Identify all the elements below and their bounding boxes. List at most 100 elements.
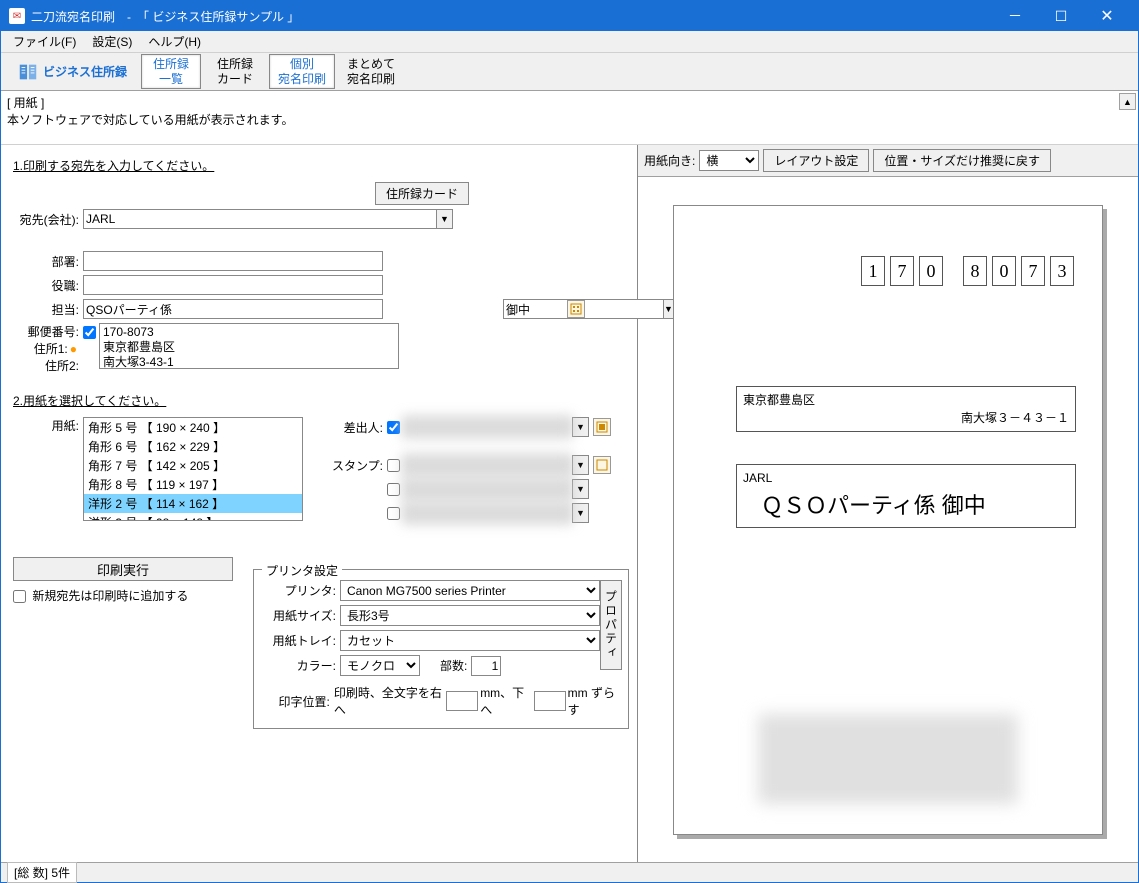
stamp-checkbox-3[interactable] [387, 507, 400, 520]
toolbar-list[interactable]: 住所録 一覧 [141, 54, 201, 89]
offset-text1: 印刷時、全文字を右へ [334, 684, 444, 718]
add-new-label: 新規宛先は印刷時に追加する [32, 589, 188, 603]
statusbar: [総 数] 5件 [1, 862, 1138, 882]
pc-digit: 8 [963, 256, 987, 286]
list-item[interactable]: 洋形 2 号 【 114 × 162 】 [84, 494, 302, 513]
info-text: 本ソフトウェアで対応している用紙が表示されます。 [7, 111, 1132, 128]
stamp3-dropdown-icon[interactable]: ▼ [572, 503, 589, 523]
toolbar: ビジネス住所録 住所録 一覧 住所録 カード 個別 宛名印刷 まとめて 宛名印刷 [1, 53, 1138, 91]
addr2-label: 住所2: [13, 357, 79, 374]
sender-checkbox[interactable] [387, 421, 400, 434]
status-count: [総 数] 5件 [7, 862, 77, 883]
menu-help[interactable]: ヘルプ(H) [140, 31, 209, 52]
papersize-select[interactable]: 長形3号 [340, 605, 600, 626]
list-item[interactable]: 角形 8 号 【 119 × 197 】 [84, 475, 302, 494]
pc-digit: 7 [890, 256, 914, 286]
color-label: カラー: [260, 657, 340, 674]
honorific-options-icon[interactable] [567, 300, 585, 318]
info-label: [ 用紙 ] [7, 94, 1132, 111]
dest-label: 宛先(会社): [13, 211, 83, 228]
position-label: 役職: [13, 277, 83, 294]
titlebar: ✉ 二刀流宛名印刷 - 「 ビジネス住所録サンプル 」 － ☐ ✕ [1, 1, 1138, 31]
maximize-button[interactable]: ☐ [1038, 1, 1084, 31]
copies-input[interactable] [471, 656, 501, 676]
close-button[interactable]: ✕ [1084, 1, 1130, 31]
dept-label: 部署: [13, 253, 83, 270]
sender-preview-blurred [758, 714, 1018, 804]
toolbar-home-label: ビジネス住所録 [43, 63, 127, 80]
printer-label: プリンタ: [260, 582, 340, 599]
property-button[interactable]: プロパティ [600, 580, 622, 670]
section1-title: 1.印刷する宛先を入力してください。 [13, 157, 629, 174]
preview-name: JARL ＱＳＯパーティ係 御中 [736, 464, 1076, 528]
app-icon: ✉ [9, 8, 25, 24]
paper-listbox[interactable]: 角形 5 号 【 190 × 240 】角形 6 号 【 162 × 229 】… [83, 417, 303, 521]
reset-button[interactable]: 位置・サイズだけ推奨に戻す [873, 149, 1051, 172]
sender-label: 差出人: [331, 419, 387, 436]
stamp1-dropdown-icon[interactable]: ▼ [572, 455, 589, 475]
paper-label: 用紙: [13, 417, 83, 434]
printer-group-title: プリンタ設定 [262, 562, 342, 579]
dest-dropdown-icon[interactable]: ▼ [436, 209, 453, 229]
position-input[interactable] [83, 275, 383, 295]
tray-label: 用紙トレイ: [260, 632, 340, 649]
menu-file[interactable]: ファイル(F) [5, 31, 84, 52]
toolbar-home[interactable]: ビジネス住所録 [7, 61, 137, 83]
stamp-checkbox-2[interactable] [387, 483, 400, 496]
stamp1-options-icon[interactable] [593, 456, 611, 474]
sender-options-icon[interactable] [593, 418, 611, 436]
warning-icon: ● [70, 342, 77, 356]
sender-combo-blurred[interactable] [403, 417, 572, 437]
color-select[interactable]: モノクロ [340, 655, 420, 676]
offset-y-input[interactable] [534, 691, 566, 711]
stamp3-combo-blurred[interactable] [403, 503, 572, 523]
toolbar-batch[interactable]: まとめて 宛名印刷 [339, 55, 403, 88]
stamp-checkbox-1[interactable] [387, 459, 400, 472]
toolbar-card[interactable]: 住所録 カード [205, 55, 265, 88]
sender-dropdown-icon[interactable]: ▼ [572, 417, 589, 437]
info-bar: [ 用紙 ] 本ソフトウェアで対応している用紙が表示されます。 ▲ [1, 91, 1138, 145]
list-item[interactable]: 洋形 3 号 【 98 × 148 】 [84, 513, 302, 521]
dest-input[interactable] [83, 209, 436, 229]
copies-label: 部数: [440, 657, 467, 674]
list-item[interactable]: 角形 6 号 【 162 × 229 】 [84, 437, 302, 456]
add-new-checkbox[interactable] [13, 590, 26, 603]
stamp2-dropdown-icon[interactable]: ▼ [572, 479, 589, 499]
preview-toolbar: 用紙向き: 横 レイアウト設定 位置・サイズだけ推奨に戻す [638, 145, 1138, 177]
menu-settings[interactable]: 設定(S) [84, 31, 140, 52]
stamp1-combo-blurred[interactable] [403, 455, 572, 475]
minimize-button[interactable]: － [992, 1, 1038, 31]
postcode-boxes: 1 7 0 8 0 7 3 [861, 256, 1074, 286]
pc-digit: 3 [1050, 256, 1074, 286]
scroll-up-icon[interactable]: ▲ [1119, 93, 1136, 110]
person-input[interactable] [83, 299, 383, 319]
stamp2-combo-blurred[interactable] [403, 479, 572, 499]
preview-address: 東京都豊島区 南大塚３－４３－１ [736, 386, 1076, 432]
printer-select[interactable]: Canon MG7500 series Printer [340, 580, 600, 601]
paper-preview: 1 7 0 8 0 7 3 東京都豊島区 南大塚３－４３－１ JARL ＱＳＯパ… [673, 205, 1103, 835]
print-button[interactable]: 印刷実行 [13, 557, 233, 581]
dept-input[interactable] [83, 251, 383, 271]
postal-checkbox[interactable] [83, 326, 96, 339]
window-title: 二刀流宛名印刷 - 「 ビジネス住所録サンプル 」 [31, 8, 992, 25]
offset-label: 印字位置: [260, 693, 334, 710]
list-item[interactable]: 角形 7 号 【 142 × 205 】 [84, 456, 302, 475]
toolbar-individual[interactable]: 個別 宛名印刷 [269, 54, 335, 89]
orient-select[interactable]: 横 [699, 150, 759, 171]
address-textarea[interactable]: 170-8073 東京都豊島区 南大塚3-43-1 [99, 323, 399, 369]
layout-button[interactable]: レイアウト設定 [763, 149, 869, 172]
list-item[interactable]: 角形 5 号 【 190 × 240 】 [84, 418, 302, 437]
printer-group: プリンタ設定 プリンタ: Canon MG7500 series Printer… [253, 569, 629, 729]
addr1-label: 住所1:● [13, 340, 79, 357]
addressbook-card-button[interactable]: 住所録カード [375, 182, 469, 205]
orient-label: 用紙向き: [644, 152, 695, 169]
pc-digit: 0 [992, 256, 1016, 286]
tray-select[interactable]: カセット [340, 630, 600, 651]
postal-label: 郵便番号: [13, 323, 79, 340]
papersize-label: 用紙サイズ: [260, 607, 340, 624]
person-label: 担当: [13, 301, 83, 318]
pc-digit: 0 [919, 256, 943, 286]
offset-x-input[interactable] [446, 691, 478, 711]
menubar: ファイル(F) 設定(S) ヘルプ(H) [1, 31, 1138, 53]
pc-digit: 1 [861, 256, 885, 286]
